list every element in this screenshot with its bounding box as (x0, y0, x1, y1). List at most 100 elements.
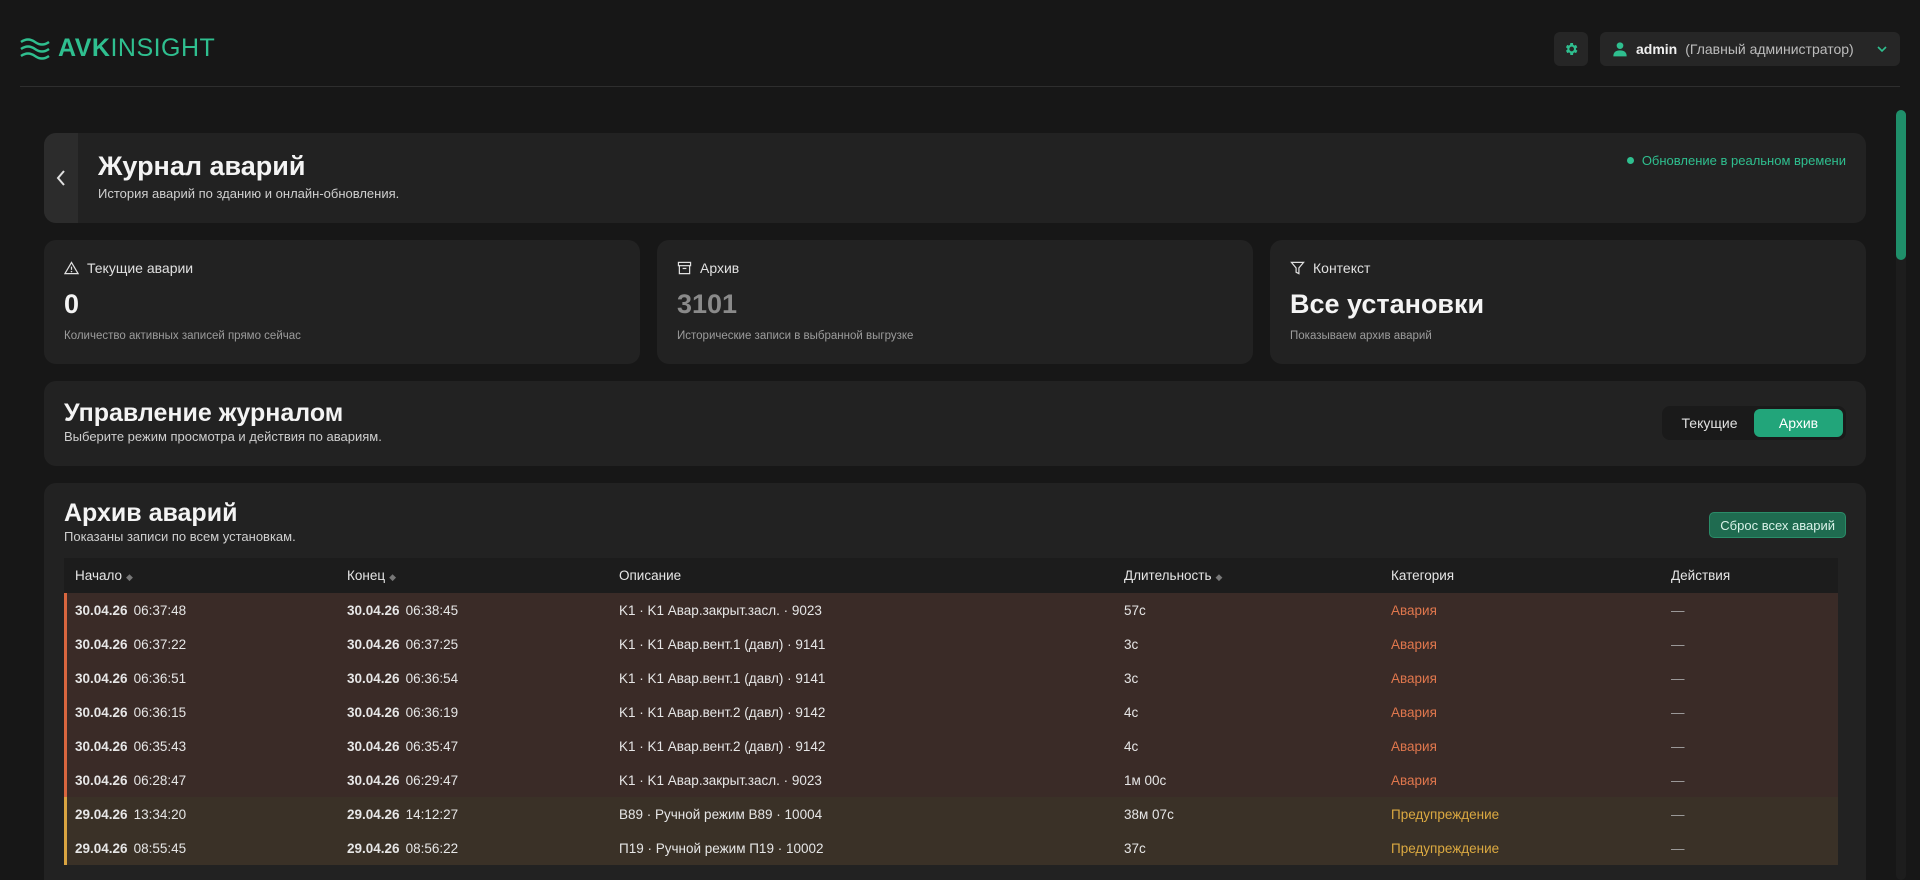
archive-box-icon (677, 261, 692, 275)
cell-category: Предупреждение (1391, 840, 1500, 856)
table-row[interactable]: 29.04.26 13:34:20 29.04.26 14:12:27 В89 · … (64, 797, 1838, 831)
realtime-label: Обновление в реальном времени (1641, 153, 1846, 168)
control-title: Управление журналом (64, 399, 344, 427)
table-row[interactable]: 30.04.26 06:36:51 30.04.26 06:36:54 K1 · K… (64, 661, 1838, 695)
cell-category: Авария (1391, 602, 1437, 618)
cell-start-time: 08:55:45 (133, 840, 187, 856)
column-header-duration[interactable]: Длительность ◆ (1113, 568, 1380, 583)
stat-desc-current: Количество активных записей прямо сейчас (64, 330, 301, 342)
stat-value-current: 0 (64, 289, 80, 319)
cell-start-date: 30.04.26 (75, 636, 128, 652)
cell-end-date: 30.04.26 (347, 772, 400, 788)
table-row[interactable]: 30.04.26 06:36:15 30.04.26 06:36:19 K1 · K… (64, 695, 1838, 729)
mode-toggle: Текущие Архив (1662, 406, 1846, 440)
table-row[interactable]: 30.04.26 06:37:48 30.04.26 06:38:45 K1 · K… (64, 593, 1838, 627)
stat-card-current: Текущие аварии 0 Количество активных зап… (44, 240, 640, 364)
cell-start: 30.04.26 06:37:48 (64, 603, 336, 618)
stat-label-context: Контекст (1290, 260, 1370, 276)
table-header: Начало ◆ Конец ◆ Описание Длительность ◆ Ка… (64, 558, 1838, 593)
table-row[interactable]: 30.04.26 06:37:22 30.04.26 06:37:25 K1 · K… (64, 627, 1838, 661)
back-button[interactable] (44, 133, 78, 223)
cell-end-time: 06:37:25 (405, 636, 459, 652)
cell-duration: 37с (1124, 840, 1146, 856)
cell-start-time: 06:36:51 (133, 670, 187, 686)
user-icon (1613, 42, 1627, 57)
filter-icon (1290, 261, 1305, 275)
user-menu-button[interactable]: admin (Главный администратор) (1600, 32, 1900, 66)
cell-end-time: 06:36:54 (405, 670, 459, 686)
column-header-start[interactable]: Начало ◆ (64, 568, 336, 583)
status-dot-icon (1626, 157, 1634, 164)
mode-current-button[interactable]: Текущие (1665, 409, 1754, 437)
column-header-category: Категория (1391, 568, 1455, 583)
cell-end: 29.04.26 14:12:27 (336, 807, 608, 822)
stat-label-text: Контекст (1313, 260, 1371, 276)
cell-start-time: 06:28:47 (133, 772, 187, 788)
mode-archive-button[interactable]: Архив (1754, 409, 1843, 437)
cell-actions: — (1671, 602, 1685, 618)
control-subtitle: Выберите режим просмотра и действия по а… (64, 429, 382, 444)
cell-end: 30.04.26 06:36:19 (336, 705, 608, 720)
cell-description: K1 · K1 Авар.вент.1 (давл) · 9141 (619, 636, 826, 652)
archive-card: Архив аварий Показаны записи по всем уст… (44, 483, 1866, 880)
logo-waves-icon (20, 37, 50, 60)
cell-category: Авария (1391, 772, 1437, 788)
stat-card-context: Контекст Все установки Показываем архив … (1270, 240, 1866, 364)
cell-end: 30.04.26 06:35:47 (336, 739, 608, 754)
cell-start: 29.04.26 08:55:45 (64, 841, 336, 856)
page-header-card: Журнал аварий История аварий по зданию и… (44, 133, 1866, 223)
gear-icon (1565, 43, 1578, 55)
column-header-end[interactable]: Конец ◆ (336, 568, 608, 583)
stat-label-archive: Архив (677, 260, 739, 276)
cell-description: K1 · K1 Авар.закрыт.засл. · 9023 (619, 772, 822, 788)
cell-end-time: 08:56:22 (405, 840, 459, 856)
page-title: Журнал аварий (98, 151, 306, 181)
column-label: Начало (75, 568, 123, 583)
table-row[interactable]: 30.04.26 06:35:43 30.04.26 06:35:47 K1 · K… (64, 729, 1838, 763)
scrollbar-thumb[interactable] (1896, 110, 1906, 260)
cell-end: 30.04.26 06:36:54 (336, 671, 608, 686)
alarms-table: Начало ◆ Конец ◆ Описание Длительность ◆ Ка… (64, 558, 1838, 865)
table-row[interactable]: 29.04.26 08:55:45 29.04.26 08:56:22 П19 · … (64, 831, 1838, 865)
cell-end-date: 30.04.26 (347, 738, 400, 754)
journal-control-card: Управление журналом Выберите режим просм… (44, 381, 1866, 466)
reset-all-alarms-button[interactable]: Сброс всех аварий (1709, 512, 1846, 538)
cell-actions: — (1671, 738, 1685, 754)
page-subtitle: История аварий по зданию и онлайн-обновл… (98, 186, 400, 201)
stat-label-current: Текущие аварии (64, 260, 193, 276)
cell-end-time: 06:29:47 (405, 772, 459, 788)
cell-end: 30.04.26 06:38:45 (336, 603, 608, 618)
cell-actions: — (1671, 840, 1685, 856)
stat-label-text: Текущие аварии (87, 260, 194, 276)
cell-start: 30.04.26 06:37:22 (64, 637, 336, 652)
archive-title: Архив аварий (64, 499, 238, 527)
cell-start: 30.04.26 06:36:51 (64, 671, 336, 686)
cell-duration: 38м 07с (1124, 806, 1174, 822)
cell-start-date: 30.04.26 (75, 670, 128, 686)
cell-category: Авария (1391, 670, 1437, 686)
page-scrollbar[interactable] (1896, 110, 1906, 880)
stat-desc-context: Показываем архив аварий (1290, 330, 1432, 342)
sort-icon: ◆ (389, 572, 396, 582)
cell-duration: 4с (1124, 738, 1139, 754)
cell-start-time: 06:36:15 (133, 704, 187, 720)
cell-start: 30.04.26 06:36:15 (64, 705, 336, 720)
settings-button[interactable] (1554, 32, 1588, 66)
stat-label-text: Архив (700, 260, 740, 276)
cell-duration: 3с (1124, 636, 1139, 652)
cell-end-time: 06:36:19 (405, 704, 459, 720)
logo[interactable]: AVKINSIGHT (20, 34, 215, 63)
cell-description: В89 · Ручной режим В89 · 10004 (619, 806, 823, 822)
cell-actions: — (1671, 670, 1685, 686)
cell-actions: — (1671, 772, 1685, 788)
cell-description: K1 · K1 Авар.закрыт.засл. · 9023 (619, 602, 822, 618)
cell-duration: 4с (1124, 704, 1139, 720)
cell-actions: — (1671, 806, 1685, 822)
stat-card-archive: Архив 3101 Исторические записи в выбранн… (657, 240, 1253, 364)
cell-actions: — (1671, 636, 1685, 652)
cell-end: 29.04.26 08:56:22 (336, 841, 608, 856)
table-row[interactable]: 30.04.26 06:28:47 30.04.26 06:29:47 K1 · K… (64, 763, 1838, 797)
column-header-actions: Действия (1671, 568, 1731, 583)
cell-end-time: 14:12:27 (405, 806, 459, 822)
cell-start-time: 13:34:20 (133, 806, 187, 822)
